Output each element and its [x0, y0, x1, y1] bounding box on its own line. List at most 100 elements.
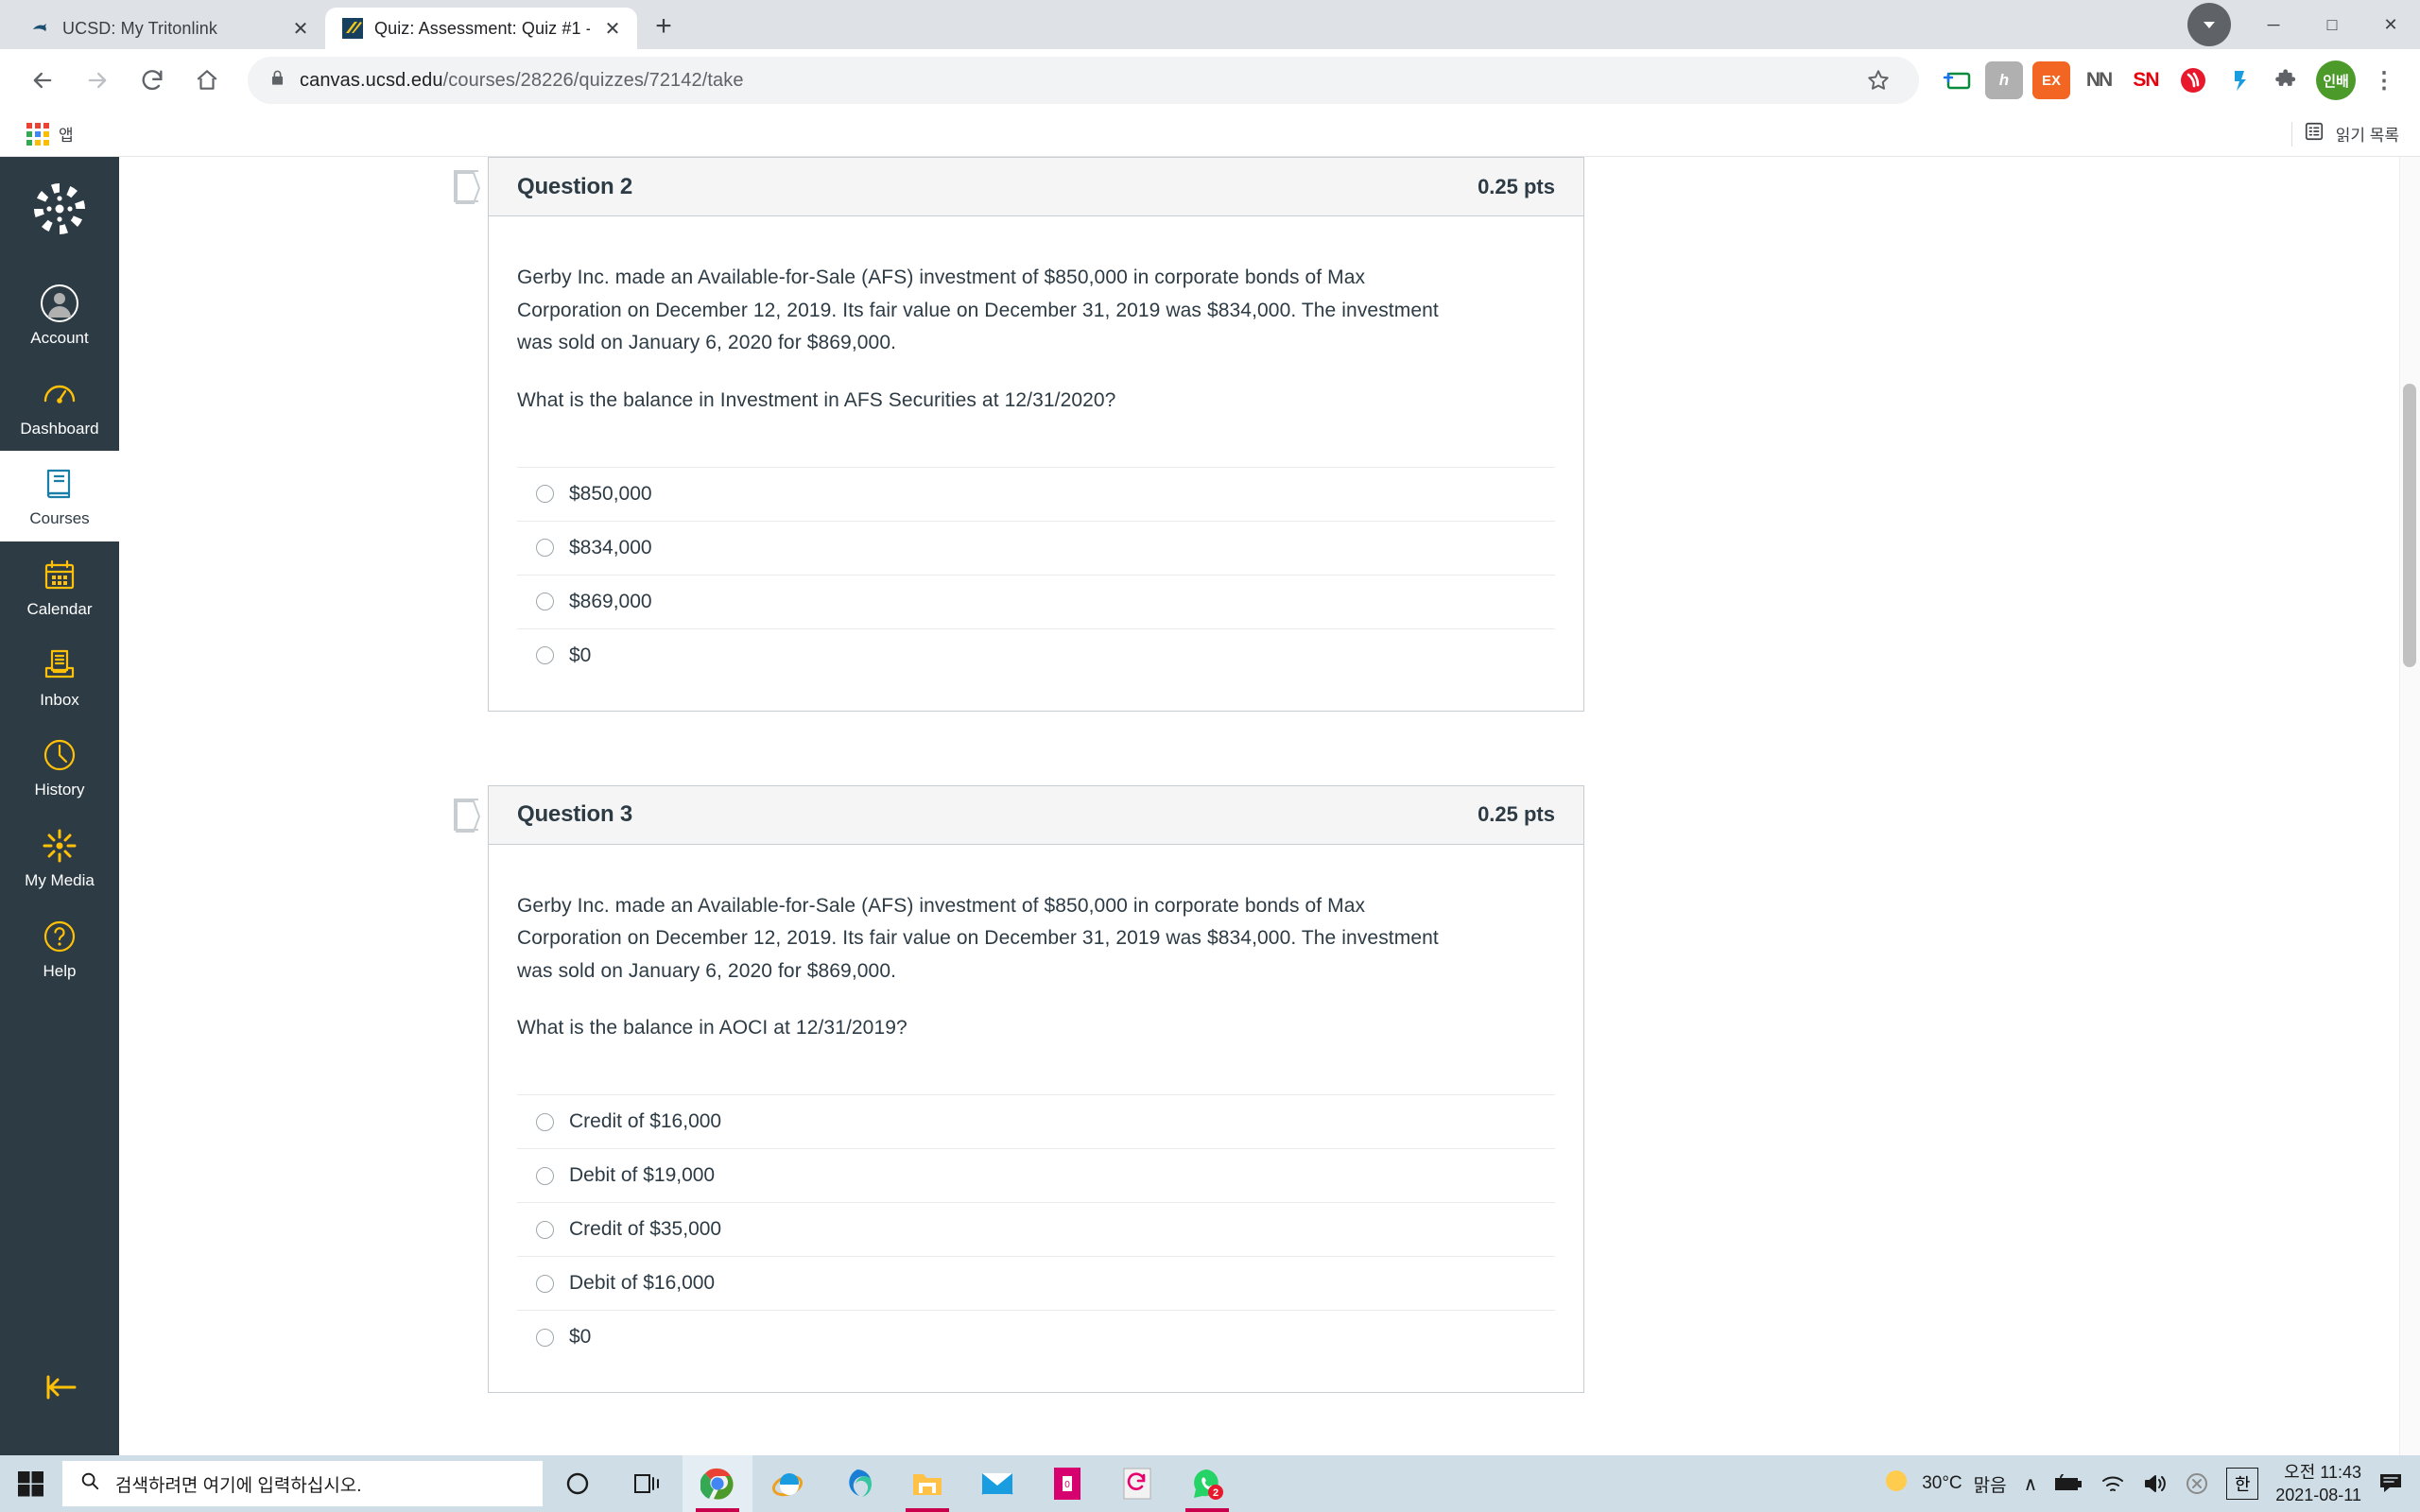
radio-icon[interactable] [536, 1166, 554, 1185]
answer-label: $850,000 [569, 482, 652, 505]
radio-icon[interactable] [536, 593, 554, 611]
answer-option[interactable]: Debit of $19,000 [517, 1148, 1555, 1202]
canvas-app: Account Dashboard Courses Calendar Inbox… [0, 157, 2420, 1455]
apps-shortcut[interactable]: 앱 [21, 118, 79, 149]
radio-icon[interactable] [536, 539, 554, 558]
windows-start-icon[interactable] [0, 1455, 62, 1512]
search-placeholder: 검색하려면 여기에 입력하십시오. [115, 1475, 362, 1496]
browser-tab-quiz[interactable]: Quiz: Assessment: Quiz #1 - Ch… ✕ [325, 8, 637, 49]
bookmarks-bar: 앱 읽기 목록 [0, 112, 2420, 157]
volume-icon[interactable] [2143, 1473, 2168, 1494]
answer-option[interactable]: Credit of $35,000 [517, 1202, 1555, 1256]
answer-label: $834,000 [569, 536, 652, 558]
notifications-icon[interactable] [2378, 1471, 2405, 1496]
minimize-button[interactable]: ─ [2244, 0, 2303, 49]
microsoft-edge-icon[interactable] [822, 1455, 892, 1512]
canvas-logo-icon[interactable] [28, 178, 91, 240]
radio-icon[interactable] [536, 1112, 554, 1131]
ime-indicator[interactable]: 한 [2226, 1468, 2259, 1500]
answer-option[interactable]: Debit of $16,000 [517, 1256, 1555, 1310]
sidebar-item-label: Help [43, 961, 77, 980]
wifi-icon[interactable] [2100, 1473, 2126, 1494]
sidebar-item-history[interactable]: History [0, 722, 119, 813]
bookmark-star-icon[interactable] [1853, 55, 1904, 106]
answer-option[interactable]: Credit of $16,000 [517, 1094, 1555, 1148]
tab-strip: UCSD: My Tritonlink ✕ Quiz: Assessment: … [0, 0, 2420, 49]
radio-icon[interactable] [536, 646, 554, 665]
taskbar-search-input[interactable]: 검색하려면 여기에 입력하십시오. [62, 1461, 543, 1506]
browser-tab-tritonlink[interactable]: UCSD: My Tritonlink ✕ [13, 8, 325, 49]
browser-menu-icon[interactable]: ⋮ [2365, 61, 2403, 99]
hancom-office-icon[interactable]: 0 [1032, 1455, 1102, 1512]
answers-list: $850,000 $834,000 $869,000 $0 [517, 466, 1555, 682]
hypothesis-icon[interactable]: h [1985, 61, 2023, 99]
profile-avatar[interactable]: 인배 [2316, 60, 2356, 100]
answer-label: Debit of $19,000 [569, 1164, 716, 1187]
sidebar-item-my-media[interactable]: My Media [0, 813, 119, 903]
extension-ex-icon[interactable]: EX [2032, 61, 2070, 99]
reload-icon[interactable] [127, 55, 178, 106]
chevron-up-icon[interactable]: ∧ [2024, 1472, 2038, 1496]
account-avatar-icon [38, 282, 81, 325]
clock-widget[interactable]: 오전 11:43 2021-08-11 [2275, 1461, 2361, 1507]
answer-label: Credit of $35,000 [569, 1218, 722, 1241]
task-view-icon[interactable] [613, 1455, 683, 1512]
cortana-icon[interactable] [543, 1455, 613, 1512]
sidebar-item-calendar[interactable]: Calendar [0, 541, 119, 632]
sidebar-item-help[interactable]: Help [0, 903, 119, 994]
radio-icon[interactable] [536, 1274, 554, 1293]
network-disconnected-icon[interactable] [2185, 1471, 2209, 1496]
close-icon[interactable]: ✕ [601, 17, 624, 40]
radio-icon[interactable] [536, 1328, 554, 1347]
profile-badge-icon[interactable] [2187, 3, 2231, 46]
ext-label: SN [2133, 69, 2159, 91]
file-explorer-icon[interactable] [892, 1455, 962, 1512]
extension-blue-icon[interactable] [2221, 61, 2259, 99]
reading-list-icon [2304, 121, 2325, 146]
radio-icon[interactable] [536, 485, 554, 504]
close-window-button[interactable]: ✕ [2361, 0, 2420, 49]
sidebar-item-inbox[interactable]: Inbox [0, 632, 119, 723]
question-3-card: Question 3 0.25 pts Gerby Inc. made an A… [488, 784, 1584, 1394]
chrome-icon[interactable] [683, 1455, 752, 1512]
answer-option[interactable]: $0 [517, 627, 1555, 682]
sidebar-item-courses[interactable]: Courses [0, 451, 119, 542]
whatsapp-icon[interactable]: 2 [1172, 1455, 1242, 1512]
answer-option[interactable]: $834,000 [517, 520, 1555, 575]
forward-icon[interactable] [72, 55, 123, 106]
question-flag-marker[interactable] [454, 798, 481, 833]
question-stem: Gerby Inc. made an Available-for-Sale (A… [517, 266, 1439, 354]
internet-explorer-icon[interactable] [752, 1455, 822, 1512]
answer-option[interactable]: $0 [517, 1310, 1555, 1364]
quiz-questions-list: Question 2 0.25 pts Gerby Inc. made an A… [454, 157, 1584, 1455]
answer-option[interactable]: $869,000 [517, 574, 1555, 628]
new-tab-button[interactable]: + [643, 6, 684, 47]
back-icon[interactable] [17, 55, 68, 106]
scrollbar-thumb[interactable] [2403, 384, 2416, 667]
sidebar-item-dashboard[interactable]: Dashboard [0, 361, 119, 452]
extensions-puzzle-icon[interactable] [2269, 61, 2307, 99]
history-clock-icon [38, 733, 81, 777]
page-scrollbar[interactable] [2399, 157, 2420, 1455]
menu-glyph: ⋮ [2373, 67, 2395, 94]
sync-app-icon[interactable] [1102, 1455, 1172, 1512]
extension-nn-icon[interactable]: NN [2080, 61, 2118, 99]
extension-red-icon[interactable] [2174, 61, 2212, 99]
question-prompt: What is the balance in AOCI at 12/31/201… [517, 1017, 908, 1040]
collapse-nav-arrow-icon[interactable] [0, 1372, 119, 1402]
battery-icon[interactable] [2054, 1474, 2083, 1493]
sidebar-item-label: Courses [29, 509, 90, 528]
mail-icon[interactable] [962, 1455, 1032, 1512]
weather-widget[interactable]: 30°C 맑음 [1882, 1467, 2007, 1501]
radio-icon[interactable] [536, 1220, 554, 1239]
extension-sn-icon[interactable]: SN [2127, 61, 2165, 99]
address-bar[interactable]: canvas.ucsd.edu/courses/28226/quizzes/72… [248, 57, 1919, 104]
save-to-pocket-icon[interactable] [1938, 61, 1976, 99]
answer-option[interactable]: $850,000 [517, 466, 1555, 521]
close-icon[interactable]: ✕ [289, 17, 312, 40]
home-icon[interactable] [182, 55, 233, 106]
sidebar-item-account[interactable]: Account [0, 270, 119, 361]
maximize-button[interactable]: □ [2303, 0, 2361, 49]
reading-list-button[interactable]: 읽기 목록 [2290, 121, 2399, 146]
question-flag-marker[interactable] [454, 170, 481, 204]
